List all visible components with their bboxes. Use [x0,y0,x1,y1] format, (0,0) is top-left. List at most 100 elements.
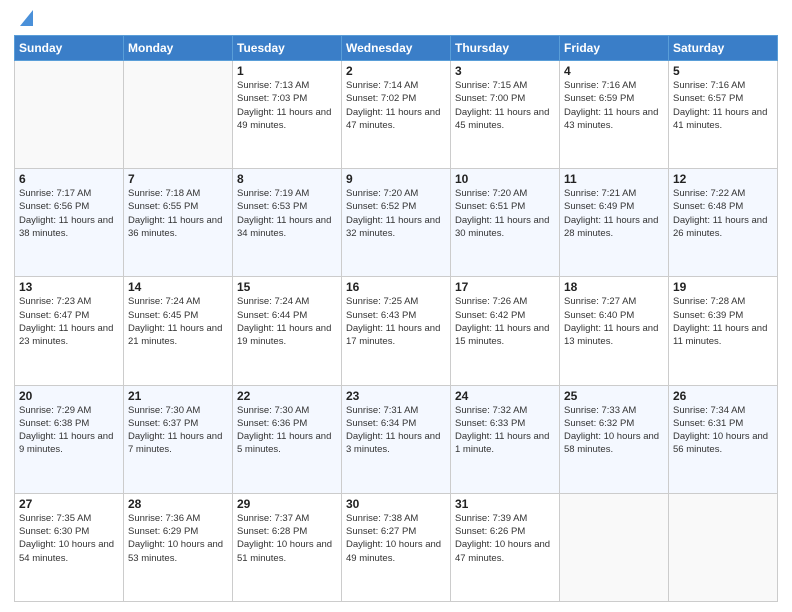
calendar-cell: 19Sunrise: 7:28 AMSunset: 6:39 PMDayligh… [669,277,778,385]
calendar-header-wednesday: Wednesday [342,36,451,61]
day-number: 27 [19,497,119,511]
day-info: Sunrise: 7:27 AMSunset: 6:40 PMDaylight:… [564,295,664,348]
day-info: Sunrise: 7:33 AMSunset: 6:32 PMDaylight:… [564,404,664,457]
calendar-header-tuesday: Tuesday [233,36,342,61]
logo [14,10,33,31]
calendar-cell: 14Sunrise: 7:24 AMSunset: 6:45 PMDayligh… [124,277,233,385]
day-info: Sunrise: 7:18 AMSunset: 6:55 PMDaylight:… [128,187,228,240]
calendar: SundayMondayTuesdayWednesdayThursdayFrid… [14,35,778,602]
day-number: 22 [237,389,337,403]
calendar-cell: 31Sunrise: 7:39 AMSunset: 6:26 PMDayligh… [451,493,560,601]
calendar-header-saturday: Saturday [669,36,778,61]
day-info: Sunrise: 7:21 AMSunset: 6:49 PMDaylight:… [564,187,664,240]
day-info: Sunrise: 7:28 AMSunset: 6:39 PMDaylight:… [673,295,773,348]
header [14,10,778,31]
day-info: Sunrise: 7:15 AMSunset: 7:00 PMDaylight:… [455,79,555,132]
day-number: 8 [237,172,337,186]
day-number: 24 [455,389,555,403]
day-info: Sunrise: 7:37 AMSunset: 6:28 PMDaylight:… [237,512,337,565]
day-number: 12 [673,172,773,186]
calendar-cell: 24Sunrise: 7:32 AMSunset: 6:33 PMDayligh… [451,385,560,493]
calendar-cell: 12Sunrise: 7:22 AMSunset: 6:48 PMDayligh… [669,169,778,277]
day-number: 11 [564,172,664,186]
day-info: Sunrise: 7:39 AMSunset: 6:26 PMDaylight:… [455,512,555,565]
day-info: Sunrise: 7:36 AMSunset: 6:29 PMDaylight:… [128,512,228,565]
calendar-cell: 15Sunrise: 7:24 AMSunset: 6:44 PMDayligh… [233,277,342,385]
day-info: Sunrise: 7:14 AMSunset: 7:02 PMDaylight:… [346,79,446,132]
day-info: Sunrise: 7:25 AMSunset: 6:43 PMDaylight:… [346,295,446,348]
day-number: 4 [564,64,664,78]
calendar-cell: 7Sunrise: 7:18 AMSunset: 6:55 PMDaylight… [124,169,233,277]
calendar-cell: 9Sunrise: 7:20 AMSunset: 6:52 PMDaylight… [342,169,451,277]
calendar-header-row: SundayMondayTuesdayWednesdayThursdayFrid… [15,36,778,61]
day-info: Sunrise: 7:29 AMSunset: 6:38 PMDaylight:… [19,404,119,457]
calendar-cell: 8Sunrise: 7:19 AMSunset: 6:53 PMDaylight… [233,169,342,277]
day-number: 17 [455,280,555,294]
day-info: Sunrise: 7:20 AMSunset: 6:51 PMDaylight:… [455,187,555,240]
calendar-cell: 23Sunrise: 7:31 AMSunset: 6:34 PMDayligh… [342,385,451,493]
calendar-cell: 20Sunrise: 7:29 AMSunset: 6:38 PMDayligh… [15,385,124,493]
day-info: Sunrise: 7:30 AMSunset: 6:36 PMDaylight:… [237,404,337,457]
calendar-cell: 6Sunrise: 7:17 AMSunset: 6:56 PMDaylight… [15,169,124,277]
day-info: Sunrise: 7:24 AMSunset: 6:45 PMDaylight:… [128,295,228,348]
day-info: Sunrise: 7:16 AMSunset: 6:57 PMDaylight:… [673,79,773,132]
calendar-cell: 18Sunrise: 7:27 AMSunset: 6:40 PMDayligh… [560,277,669,385]
calendar-cell: 26Sunrise: 7:34 AMSunset: 6:31 PMDayligh… [669,385,778,493]
day-info: Sunrise: 7:13 AMSunset: 7:03 PMDaylight:… [237,79,337,132]
calendar-cell [669,493,778,601]
day-info: Sunrise: 7:32 AMSunset: 6:33 PMDaylight:… [455,404,555,457]
day-number: 18 [564,280,664,294]
calendar-header-thursday: Thursday [451,36,560,61]
day-number: 26 [673,389,773,403]
calendar-cell: 1Sunrise: 7:13 AMSunset: 7:03 PMDaylight… [233,61,342,169]
calendar-cell: 25Sunrise: 7:33 AMSunset: 6:32 PMDayligh… [560,385,669,493]
day-number: 19 [673,280,773,294]
day-number: 9 [346,172,446,186]
day-info: Sunrise: 7:22 AMSunset: 6:48 PMDaylight:… [673,187,773,240]
day-info: Sunrise: 7:38 AMSunset: 6:27 PMDaylight:… [346,512,446,565]
calendar-cell [15,61,124,169]
day-number: 25 [564,389,664,403]
calendar-cell: 2Sunrise: 7:14 AMSunset: 7:02 PMDaylight… [342,61,451,169]
calendar-cell: 16Sunrise: 7:25 AMSunset: 6:43 PMDayligh… [342,277,451,385]
day-number: 10 [455,172,555,186]
calendar-cell [124,61,233,169]
day-number: 7 [128,172,228,186]
calendar-cell: 17Sunrise: 7:26 AMSunset: 6:42 PMDayligh… [451,277,560,385]
calendar-cell: 30Sunrise: 7:38 AMSunset: 6:27 PMDayligh… [342,493,451,601]
calendar-header-monday: Monday [124,36,233,61]
day-info: Sunrise: 7:16 AMSunset: 6:59 PMDaylight:… [564,79,664,132]
calendar-cell: 28Sunrise: 7:36 AMSunset: 6:29 PMDayligh… [124,493,233,601]
day-number: 14 [128,280,228,294]
page: SundayMondayTuesdayWednesdayThursdayFrid… [0,0,792,612]
day-number: 31 [455,497,555,511]
day-number: 15 [237,280,337,294]
day-number: 5 [673,64,773,78]
day-info: Sunrise: 7:26 AMSunset: 6:42 PMDaylight:… [455,295,555,348]
day-number: 13 [19,280,119,294]
day-info: Sunrise: 7:19 AMSunset: 6:53 PMDaylight:… [237,187,337,240]
calendar-cell: 10Sunrise: 7:20 AMSunset: 6:51 PMDayligh… [451,169,560,277]
day-number: 1 [237,64,337,78]
logo-icon [15,10,33,26]
day-number: 20 [19,389,119,403]
day-info: Sunrise: 7:30 AMSunset: 6:37 PMDaylight:… [128,404,228,457]
calendar-cell: 11Sunrise: 7:21 AMSunset: 6:49 PMDayligh… [560,169,669,277]
calendar-cell: 3Sunrise: 7:15 AMSunset: 7:00 PMDaylight… [451,61,560,169]
day-number: 21 [128,389,228,403]
day-info: Sunrise: 7:24 AMSunset: 6:44 PMDaylight:… [237,295,337,348]
day-info: Sunrise: 7:35 AMSunset: 6:30 PMDaylight:… [19,512,119,565]
day-info: Sunrise: 7:20 AMSunset: 6:52 PMDaylight:… [346,187,446,240]
day-number: 29 [237,497,337,511]
calendar-cell: 29Sunrise: 7:37 AMSunset: 6:28 PMDayligh… [233,493,342,601]
calendar-cell: 21Sunrise: 7:30 AMSunset: 6:37 PMDayligh… [124,385,233,493]
calendar-cell: 13Sunrise: 7:23 AMSunset: 6:47 PMDayligh… [15,277,124,385]
day-number: 23 [346,389,446,403]
day-info: Sunrise: 7:17 AMSunset: 6:56 PMDaylight:… [19,187,119,240]
day-number: 16 [346,280,446,294]
day-number: 3 [455,64,555,78]
calendar-cell: 4Sunrise: 7:16 AMSunset: 6:59 PMDaylight… [560,61,669,169]
day-number: 2 [346,64,446,78]
calendar-cell: 27Sunrise: 7:35 AMSunset: 6:30 PMDayligh… [15,493,124,601]
calendar-cell: 22Sunrise: 7:30 AMSunset: 6:36 PMDayligh… [233,385,342,493]
